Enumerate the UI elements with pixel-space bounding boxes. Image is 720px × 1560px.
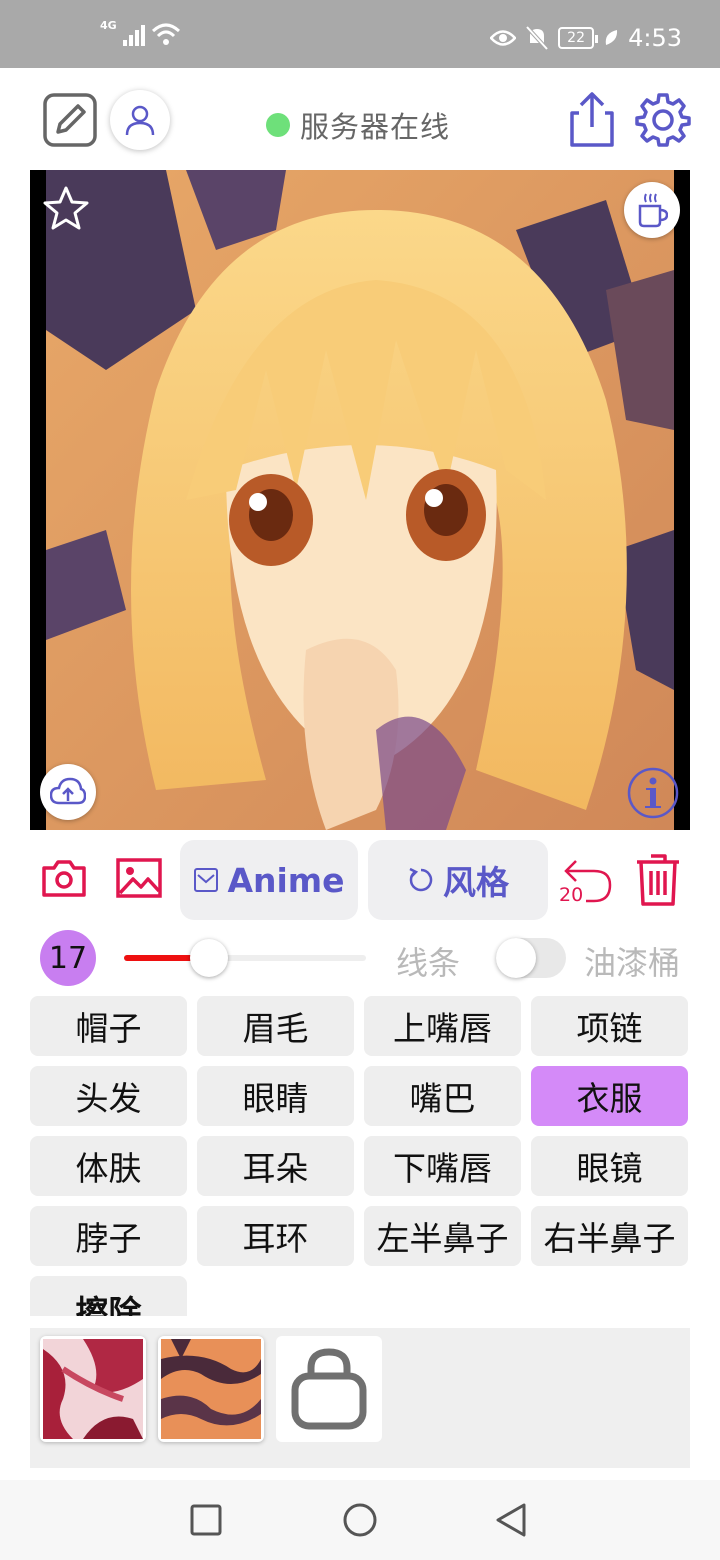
line-label: 线条 [396, 944, 461, 982]
style-button[interactable]: 风格 [368, 840, 548, 920]
brush-size-slider[interactable] [124, 939, 366, 977]
part-chip[interactable]: 上嘴唇 [364, 996, 521, 1056]
battery-indicator: 22 [558, 27, 599, 49]
part-chip[interactable]: 眼镜 [531, 1136, 688, 1196]
mail-icon [194, 868, 219, 892]
part-chip[interactable]: 帽子 [30, 996, 187, 1056]
texture-swatch[interactable] [158, 1336, 264, 1442]
cloud-upload-icon [50, 777, 86, 805]
part-chip[interactable]: 左半鼻子 [364, 1206, 521, 1266]
trash-icon [637, 854, 679, 906]
bucket-label: 油漆桶 [584, 944, 681, 982]
image-icon [116, 858, 162, 898]
camera-icon [42, 860, 86, 897]
part-chip[interactable]: 嘴巴 [364, 1066, 521, 1126]
part-chip[interactable]: 眼睛 [197, 1066, 354, 1126]
app-root: 4G 22 4:53 服务器在线 Anime 风格 20 17 线条 油漆桶 帽… [0, 0, 720, 1560]
recents-icon[interactable] [190, 1504, 222, 1536]
shop-button[interactable] [276, 1336, 382, 1442]
server-status: 服务器在线 [266, 104, 450, 146]
texture-swatch-bar [30, 1328, 690, 1468]
leaf-icon [605, 30, 618, 45]
model-select-button[interactable]: Anime [180, 840, 358, 920]
settings-button[interactable] [634, 90, 692, 148]
slider-thumb[interactable] [189, 939, 228, 977]
share-button[interactable] [564, 90, 620, 150]
refresh-icon [409, 867, 433, 892]
part-chip[interactable]: 衣服 [531, 1066, 688, 1126]
segment-part-grid: 帽子 眉毛 上嘴唇 项链头发 眼睛 嘴巴 衣服体肤 耳朵 下嘴唇 眼镜脖子 耳环 左半鼻子 右半鼻子擦除 [30, 996, 690, 1316]
coffee-button[interactable] [624, 182, 680, 238]
network-type: 4G [100, 19, 117, 32]
eye-icon [490, 30, 517, 46]
edit-icon [43, 93, 97, 147]
upload-button[interactable] [40, 764, 96, 820]
brush-size-badge: 17 [40, 930, 96, 986]
part-chip[interactable]: 耳朵 [197, 1136, 354, 1196]
shopping-bag-icon [291, 1348, 367, 1430]
back-icon[interactable] [494, 1502, 528, 1538]
signal-icon [122, 22, 145, 46]
gallery-button[interactable] [112, 854, 166, 902]
part-chip[interactable]: 头发 [30, 1066, 187, 1126]
mute-bell-icon [526, 26, 549, 50]
undo-icon: 20 [559, 860, 612, 906]
status-bar: 4G 22 4:53 [0, 0, 720, 68]
status-left: 4G [100, 19, 181, 46]
info-button[interactable] [626, 766, 680, 820]
toggle-knob [496, 938, 536, 978]
delete-button[interactable] [632, 852, 684, 908]
part-chip[interactable]: 脖子 [30, 1206, 187, 1266]
status-right: 22 4:53 [490, 24, 682, 52]
top-toolbar: 服务器在线 [0, 68, 720, 168]
part-chip[interactable]: 擦除 [30, 1276, 187, 1316]
clock: 4:53 [628, 24, 682, 52]
tools-row: Anime 风格 20 [30, 838, 690, 922]
texture-swatch[interactable] [40, 1336, 146, 1442]
share-icon [570, 92, 614, 147]
undo-button[interactable]: 20 [558, 852, 614, 908]
coffee-icon [638, 193, 668, 228]
favorite-button[interactable] [42, 184, 90, 232]
generated-anime-image [46, 170, 674, 830]
profile-button[interactable] [110, 90, 170, 150]
part-chip[interactable]: 体肤 [30, 1136, 187, 1196]
part-chip[interactable]: 耳环 [197, 1206, 354, 1266]
status-dot [266, 113, 290, 137]
camera-button[interactable] [38, 854, 90, 902]
wifi-icon [151, 23, 180, 45]
server-status-label: 服务器在线 [300, 110, 451, 144]
edit-button[interactable] [42, 92, 98, 148]
part-chip[interactable]: 下嘴唇 [364, 1136, 521, 1196]
part-chip[interactable]: 右半鼻子 [531, 1206, 688, 1266]
home-icon[interactable] [342, 1502, 378, 1538]
style-label: 风格 [443, 863, 509, 902]
model-label: Anime [227, 860, 345, 900]
system-nav-bar [0, 1480, 720, 1560]
part-chip[interactable]: 项链 [531, 996, 688, 1056]
drawing-canvas[interactable] [30, 170, 690, 830]
star-icon [43, 186, 89, 230]
texture-thumbnail [43, 1339, 143, 1439]
gear-icon [635, 93, 691, 147]
part-chip[interactable]: 眉毛 [197, 996, 354, 1056]
user-icon [125, 105, 155, 136]
info-icon [627, 767, 679, 819]
undo-count: 20 [559, 884, 583, 906]
texture-thumbnail [161, 1339, 261, 1439]
brush-controls: 17 线条 油漆桶 [30, 930, 690, 990]
bucket-toggle[interactable] [496, 938, 566, 978]
